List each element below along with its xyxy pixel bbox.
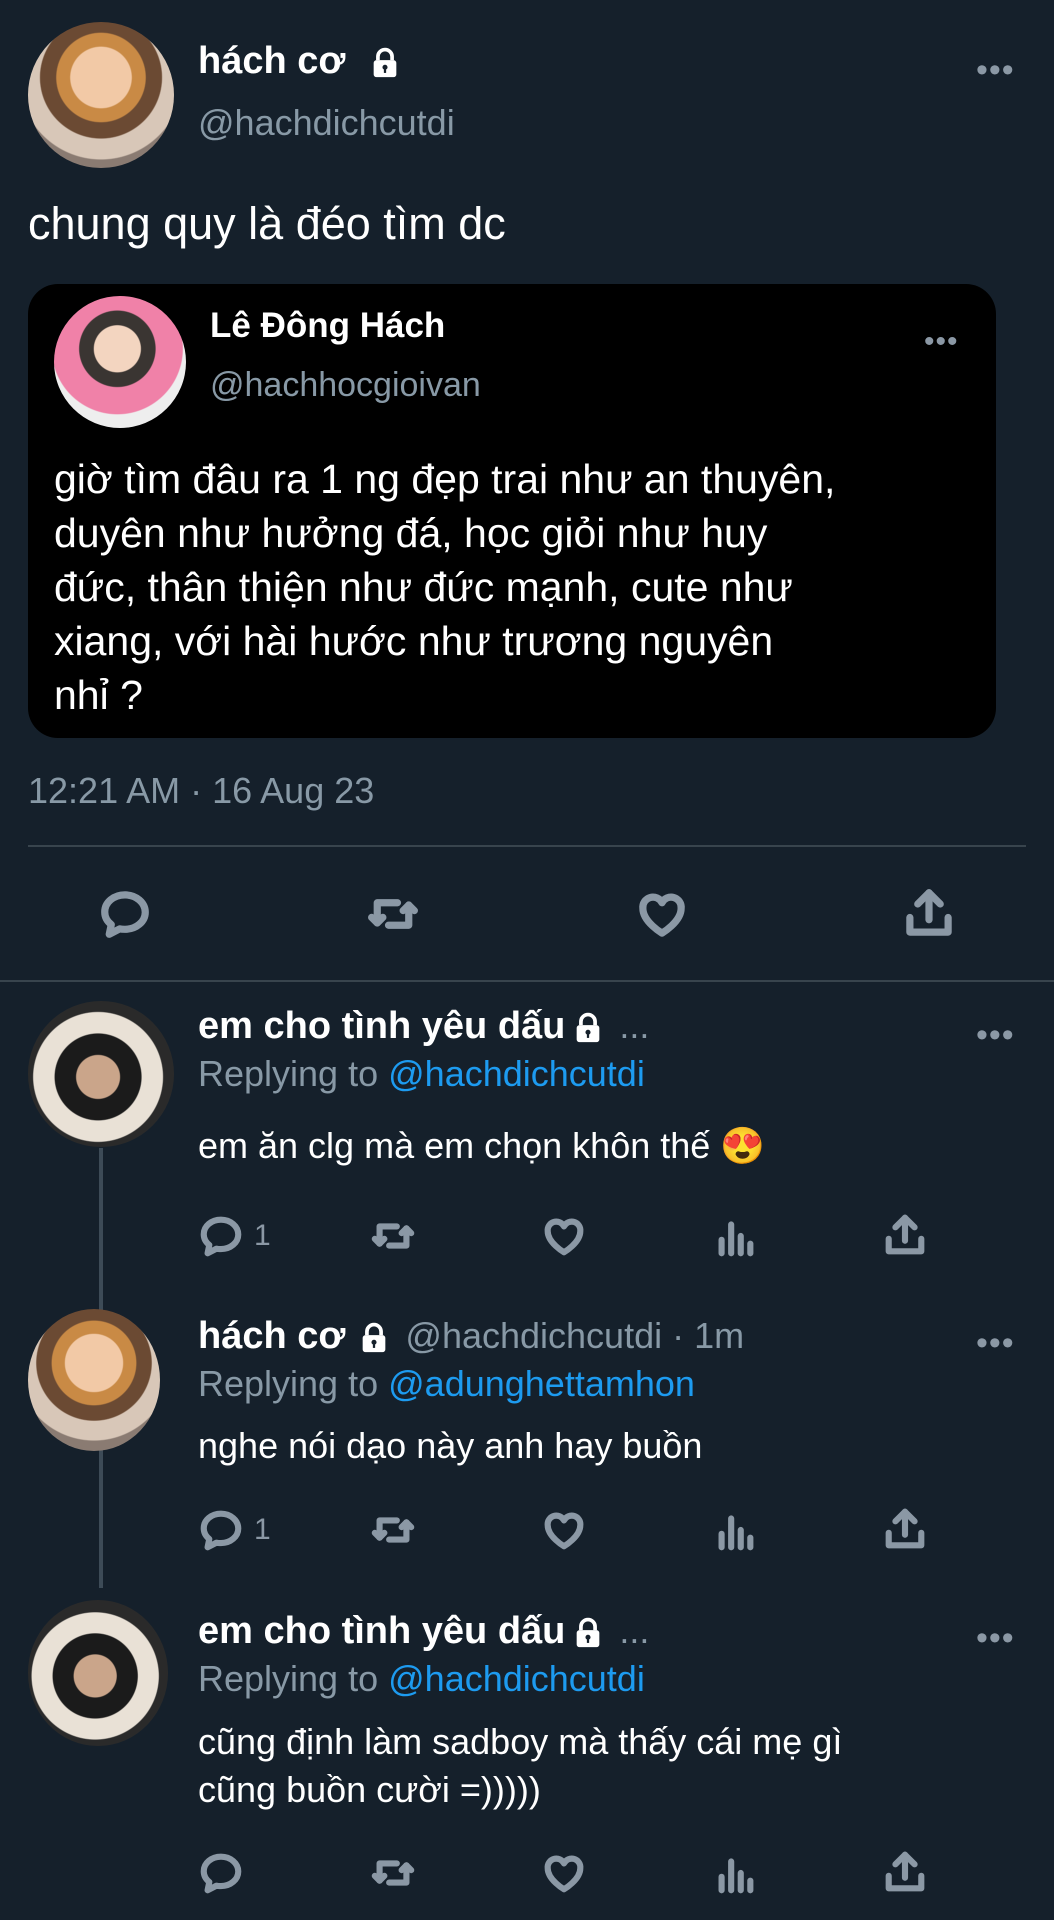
main-tweet-author-name[interactable]: hách cơ bbox=[198, 40, 345, 82]
reply-count: 1 bbox=[254, 1513, 271, 1546]
quoted-tweet-text: giờ tìm đâu ra 1 ng đẹp trai như an thuy… bbox=[54, 452, 835, 722]
retweet-icon[interactable] bbox=[368, 1213, 418, 1259]
reply-action-bar: 1 bbox=[198, 1213, 978, 1261]
divider bbox=[0, 980, 1054, 982]
reply-icon[interactable] bbox=[98, 887, 152, 941]
share-icon[interactable] bbox=[882, 1505, 928, 1553]
quoted-tweet-avatar bbox=[54, 296, 186, 428]
reply-text-line: cũng buồn cười =))))) bbox=[198, 1769, 541, 1810]
analytics-icon[interactable] bbox=[712, 1213, 758, 1259]
main-tweet-text: chung quy là đéo tìm dc bbox=[28, 198, 506, 249]
replying-to-line: Replying to @hachdichcutdi bbox=[198, 1658, 645, 1700]
replying-to-handle[interactable]: @adunghettamhon bbox=[388, 1363, 695, 1404]
quoted-text-line: xiang, với hài hước như trương nguyên bbox=[54, 618, 774, 664]
reply-icon[interactable] bbox=[198, 1213, 244, 1259]
replying-to-prefix: Replying to bbox=[198, 1053, 379, 1094]
reply-avatar[interactable] bbox=[28, 1001, 174, 1147]
reply-text: cũng định làm sadboy mà thấy cái mẹ gì c… bbox=[198, 1718, 842, 1814]
reply-icon[interactable] bbox=[198, 1850, 244, 1896]
reply-author-row: em cho tình yêu dấu ... bbox=[198, 1610, 649, 1653]
main-tweet-action-bar bbox=[0, 885, 1054, 945]
like-icon[interactable] bbox=[540, 1850, 588, 1896]
quoted-text-line: duyên như hưởng đá, học giỏi như huy bbox=[54, 510, 768, 556]
reply-tweet[interactable]: em cho tình yêu dấu ... ••• Replying to … bbox=[0, 995, 1054, 1285]
reply-text: nghe nói dạo này anh hay buồn bbox=[198, 1425, 703, 1466]
replying-to-prefix: Replying to bbox=[198, 1658, 379, 1699]
replying-to-line: Replying to @hachdichcutdi bbox=[198, 1053, 645, 1095]
retweet-icon[interactable] bbox=[368, 1507, 418, 1553]
analytics-icon[interactable] bbox=[712, 1850, 758, 1896]
reply-author-row: em cho tình yêu dấu ... bbox=[198, 1005, 649, 1048]
main-tweet-timestamp: 12:21 AM · 16 Aug 23 bbox=[28, 770, 375, 811]
reply-tweet[interactable]: em cho tình yêu dấu ... ••• Replying to … bbox=[0, 1600, 1054, 1910]
quoted-text-line: đức, thân thiện như đức mạnh, cute như bbox=[54, 564, 793, 610]
reply-avatar[interactable] bbox=[28, 1309, 160, 1451]
quoted-tweet-more-icon[interactable]: ••• bbox=[924, 327, 959, 357]
reply-more-icon[interactable]: ••• bbox=[976, 1326, 1015, 1360]
reply-author-name[interactable]: em cho tình yêu dấu bbox=[198, 1005, 565, 1047]
lock-icon bbox=[373, 47, 397, 78]
quoted-tweet-card[interactable]: Lê Đông Hách @hachhocgioivan ••• giờ tìm… bbox=[28, 284, 996, 738]
retweet-icon[interactable] bbox=[364, 887, 422, 941]
quoted-text-line: nhỉ ? bbox=[54, 672, 143, 718]
main-tweet-avatar[interactable] bbox=[28, 22, 174, 168]
name-truncation: ... bbox=[619, 1005, 650, 1046]
quoted-tweet-author-handle: @hachhocgioivan bbox=[210, 366, 481, 404]
like-icon[interactable] bbox=[540, 1213, 588, 1259]
reply-author-name[interactable]: hách cơ bbox=[198, 1315, 345, 1357]
reply-more-icon[interactable]: ••• bbox=[976, 1018, 1015, 1052]
lock-icon bbox=[363, 1322, 386, 1353]
lock-icon bbox=[577, 1617, 600, 1648]
replying-to-handle[interactable]: @hachdichcutdi bbox=[388, 1658, 645, 1699]
retweet-icon[interactable] bbox=[368, 1850, 418, 1896]
divider bbox=[28, 845, 1026, 847]
reply-more-icon[interactable]: ••• bbox=[976, 1621, 1015, 1655]
quoted-text-line: giờ tìm đâu ra 1 ng đẹp trai như an thuy… bbox=[54, 456, 836, 502]
share-icon[interactable] bbox=[882, 1211, 928, 1259]
reply-author-meta: @hachdichcutdi · 1m bbox=[405, 1315, 745, 1356]
reply-count: 1 bbox=[254, 1219, 271, 1252]
reply-author-row: hách cơ @hachdichcutdi · 1m bbox=[198, 1315, 744, 1358]
reply-action-bar bbox=[198, 1850, 978, 1898]
reply-author-name[interactable]: em cho tình yêu dấu bbox=[198, 1610, 565, 1652]
reply-text: em ăn clg mà em chọn khôn thế 😍 bbox=[198, 1125, 766, 1166]
share-icon[interactable] bbox=[882, 1848, 928, 1896]
main-tweet-more-icon[interactable]: ••• bbox=[976, 53, 1015, 87]
reply-text-line: cũng định làm sadboy mà thấy cái mẹ gì bbox=[198, 1721, 843, 1762]
reply-avatar[interactable] bbox=[28, 1600, 168, 1746]
reply-tweet[interactable]: hách cơ @hachdichcutdi · 1m ••• Replying… bbox=[0, 1305, 1054, 1585]
replying-to-line: Replying to @adunghettamhon bbox=[198, 1363, 695, 1405]
replying-to-handle[interactable]: @hachdichcutdi bbox=[388, 1053, 645, 1094]
quoted-tweet-author-name: Lê Đông Hách bbox=[210, 306, 446, 345]
reply-icon[interactable] bbox=[198, 1507, 244, 1553]
analytics-icon[interactable] bbox=[712, 1507, 758, 1553]
main-tweet-author-handle[interactable]: @hachdichcutdi bbox=[198, 102, 455, 144]
lock-icon bbox=[577, 1012, 600, 1043]
like-icon[interactable] bbox=[634, 887, 690, 941]
share-icon[interactable] bbox=[902, 885, 956, 941]
main-tweet-author-row: hách cơ bbox=[198, 40, 402, 83]
replying-to-prefix: Replying to bbox=[198, 1363, 379, 1404]
name-truncation: ... bbox=[619, 1610, 650, 1651]
reply-action-bar: 1 bbox=[198, 1507, 978, 1555]
like-icon[interactable] bbox=[540, 1507, 588, 1553]
